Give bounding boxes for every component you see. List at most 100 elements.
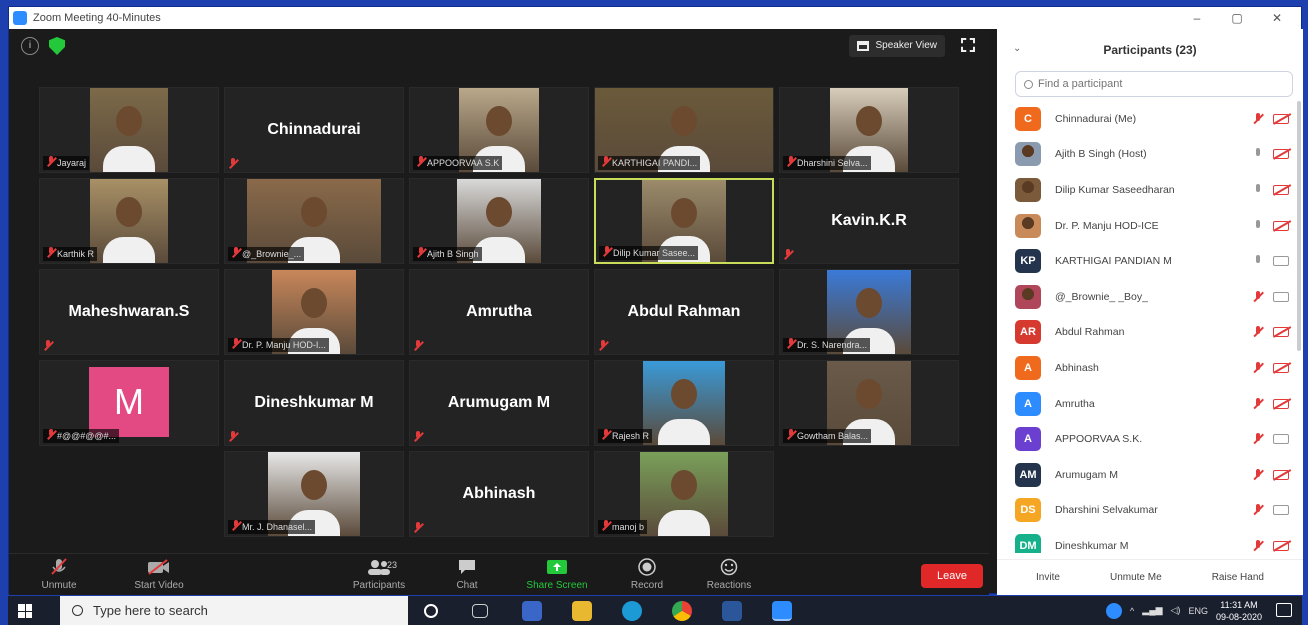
participant-tile[interactable]: Dineshkumar M	[224, 360, 404, 446]
reactions-button[interactable]: Reactions	[689, 558, 769, 591]
share-screen-button[interactable]: Share Screen	[517, 558, 597, 591]
participant-tile[interactable]: Rajesh R	[594, 360, 774, 446]
participant-tile[interactable]: Dilip Kumar Sasee...	[594, 178, 774, 264]
participant-name: @_Brownie_ _Boy_	[1055, 290, 1148, 303]
mic-muted-icon	[413, 522, 423, 532]
participant-search[interactable]	[1015, 71, 1293, 97]
participant-tile[interactable]: Arumugam M	[409, 360, 589, 446]
mic-muted-icon	[228, 431, 238, 441]
participant-row[interactable]: A Amrutha	[997, 386, 1303, 422]
participant-name: Abdul Rahman	[1055, 326, 1125, 339]
participant-tile[interactable]: manoj b	[594, 451, 774, 537]
participant-status-icons	[1253, 504, 1289, 516]
leave-button[interactable]: Leave	[921, 564, 983, 588]
fullscreen-icon[interactable]	[961, 38, 975, 52]
participant-row[interactable]: C Chinnadurai (Me)	[997, 101, 1303, 137]
panel-header: ⌄ Participants (23)	[997, 29, 1303, 71]
participant-tile[interactable]: Amrutha	[409, 269, 589, 355]
avatar	[1015, 213, 1041, 238]
participant-row[interactable]: @_Brownie_ _Boy_	[997, 279, 1303, 315]
task-view-icon[interactable]	[472, 604, 488, 618]
notification-icon[interactable]	[1276, 603, 1292, 617]
participant-tile[interactable]: Dr. S. Narendra...	[779, 269, 959, 355]
participant-tile[interactable]: Jayaraj	[39, 87, 219, 173]
title-bar: Zoom Meeting 40-Minutes – ▢ ✕	[9, 7, 1301, 29]
participant-row[interactable]: DS Dharshini Selvakumar	[997, 493, 1303, 529]
participant-row[interactable]: Ajith B Singh (Host)	[997, 137, 1303, 173]
participant-tile[interactable]: M #@@#@@#...	[39, 360, 219, 446]
participant-tile[interactable]: @_Brownie_...	[224, 178, 404, 264]
mic-muted-icon	[783, 249, 793, 259]
zoom-taskbar-icon[interactable]	[772, 601, 792, 621]
participant-row[interactable]: AM Arumugam M	[997, 457, 1303, 493]
mic-muted-icon	[1253, 397, 1263, 410]
tile-display-name: Dineshkumar M	[254, 394, 374, 411]
file-explorer-icon[interactable]	[572, 601, 592, 621]
participant-row[interactable]: AR Abdul Rahman	[997, 315, 1303, 351]
participant-row[interactable]: A Abhinash	[997, 350, 1303, 386]
participant-tile[interactable]: Abdul Rahman	[594, 269, 774, 355]
participant-search-input[interactable]	[1038, 78, 1258, 90]
maximize-button[interactable]: ▢	[1217, 7, 1257, 29]
minimize-button[interactable]: –	[1177, 7, 1217, 29]
participant-row[interactable]: DM Dineshkumar M	[997, 528, 1303, 553]
participant-name: Dharshini Selvakumar	[1055, 504, 1158, 517]
speaker-view-button[interactable]: Speaker View	[849, 35, 945, 57]
participant-tile[interactable]: APPOORVAA S.K	[409, 87, 589, 173]
participant-tile[interactable]: KARTHIGAI PANDI...	[594, 87, 774, 173]
language-indicator[interactable]: ENG	[1188, 606, 1208, 616]
participant-tile[interactable]: Dr. P. Manju HOD-I...	[224, 269, 404, 355]
info-icon[interactable]: i	[21, 37, 39, 55]
participants-label: Participants	[352, 580, 406, 591]
search-icon	[72, 605, 83, 616]
unmute-me-button[interactable]: Unmute Me	[1100, 567, 1172, 589]
mic-icon	[1253, 255, 1263, 267]
clock[interactable]: 11:31 AM 09-08-2020	[1216, 599, 1262, 623]
mic-muted-icon	[1253, 468, 1263, 481]
store-icon[interactable]	[522, 601, 542, 621]
person-silhouette	[301, 288, 327, 319]
share-screen-label: Share Screen	[526, 580, 588, 591]
volume-icon[interactable]: ◁)	[1171, 605, 1181, 616]
unmute-button[interactable]: Unmute	[19, 558, 99, 591]
encryption-shield-icon[interactable]	[49, 37, 65, 55]
chat-button[interactable]: Chat	[427, 558, 507, 591]
participant-row[interactable]: KP KARTHIGAI PANDIAN M	[997, 243, 1303, 279]
participant-status-icons	[1253, 112, 1289, 125]
record-button[interactable]: Record	[607, 558, 687, 591]
participant-row[interactable]: Dilip Kumar Saseedharan	[997, 172, 1303, 208]
cortana-icon[interactable]	[424, 604, 438, 618]
participant-tile[interactable]: Dharshini Selva...	[779, 87, 959, 173]
participant-status-icons	[1253, 361, 1289, 374]
participant-tile[interactable]: Karthik R	[39, 178, 219, 264]
video-off-icon	[1273, 469, 1289, 480]
participant-tile[interactable]: Chinnadurai	[224, 87, 404, 173]
close-button[interactable]: ✕	[1257, 7, 1297, 29]
meeting-toolbar: Unmute Start Video 23 Participants Chat …	[9, 553, 989, 595]
participants-button[interactable]: 23 Participants	[339, 558, 419, 591]
participant-list-scrollbar[interactable]	[1297, 101, 1301, 351]
participant-row[interactable]: Dr. P. Manju HOD-ICE	[997, 208, 1303, 244]
word-icon[interactable]	[722, 601, 742, 621]
video-off-icon	[1273, 149, 1289, 160]
chevron-up-icon[interactable]: ^	[1130, 606, 1134, 616]
participant-tile[interactable]: Maheshwaran.S	[39, 269, 219, 355]
windows-start-icon[interactable]	[18, 604, 32, 618]
chrome-icon[interactable]	[672, 601, 692, 621]
network-icon[interactable]: ▂▄▆	[1142, 605, 1162, 616]
participant-tile[interactable]: Gowtham Balas...	[779, 360, 959, 446]
edge-icon[interactable]	[622, 601, 642, 621]
taskbar-search[interactable]: Type here to search	[60, 596, 408, 625]
participant-tile[interactable]: Kavin.K.R	[779, 178, 959, 264]
participant-tile[interactable]: Ajith B Singh	[409, 178, 589, 264]
invite-button[interactable]: Invite	[1026, 567, 1070, 589]
participant-tile[interactable]: Abhinash	[409, 451, 589, 537]
raise-hand-button[interactable]: Raise Hand	[1202, 567, 1274, 589]
person-silhouette	[116, 106, 142, 137]
mic-muted-icon	[43, 340, 53, 350]
participant-tile[interactable]: Mr. J. Dhanasel...	[224, 451, 404, 537]
participant-row[interactable]: A APPOORVAA S.K.	[997, 421, 1303, 457]
tile-name-label: Dr. P. Manju HOD-I...	[228, 338, 329, 352]
help-icon[interactable]	[1106, 602, 1123, 619]
start-video-button[interactable]: Start Video	[119, 558, 199, 591]
